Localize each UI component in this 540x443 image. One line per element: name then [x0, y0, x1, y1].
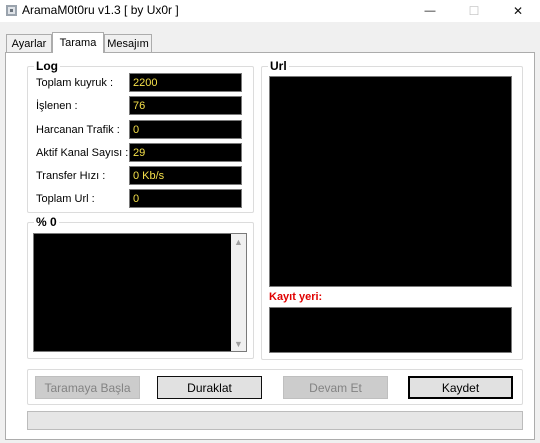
progress-log-group-title: % 0	[34, 215, 59, 229]
transfer-speed-value: 0 Kb/s	[129, 166, 242, 185]
log-group-title: Log	[34, 59, 60, 73]
app-icon	[6, 5, 17, 16]
traffic-used-label: Harcanan Trafik :	[36, 124, 120, 136]
scroll-down-icon[interactable]: ▼	[231, 339, 246, 349]
url-group-title: Url	[268, 59, 289, 73]
maximize-icon: ☐	[468, 4, 480, 18]
transfer-speed-label: Transfer Hızı :	[36, 170, 106, 182]
progress-bar	[27, 411, 523, 430]
tab-tarama[interactable]: Tarama	[52, 32, 104, 53]
progress-log-textarea[interactable]	[33, 233, 247, 352]
active-channels-label: Aktif Kanal Sayısı :	[36, 147, 129, 159]
total-url-value: 0	[129, 189, 242, 208]
scroll-up-icon[interactable]: ▲	[231, 237, 246, 247]
resume-button[interactable]: Devam Et	[283, 376, 388, 399]
minimize-icon: —	[424, 5, 436, 17]
window-title: AramaM0t0ru v1.3 [ by Ux0r ]	[22, 3, 179, 17]
active-channels-value: 29	[129, 143, 242, 162]
start-scan-button[interactable]: Taramaya Başla	[35, 376, 140, 399]
tab-mesajim[interactable]: Mesajım	[104, 34, 152, 52]
save-location-field[interactable]	[269, 307, 512, 353]
total-queue-label: Toplam kuyruk :	[36, 77, 114, 89]
total-url-label: Toplam Url :	[36, 193, 95, 205]
url-list[interactable]	[269, 76, 512, 287]
progress-log-scrollbar[interactable]	[231, 234, 246, 351]
save-button[interactable]: Kaydet	[408, 376, 513, 399]
total-queue-value: 2200	[129, 73, 242, 92]
processed-value: 76	[129, 96, 242, 115]
minimize-button[interactable]: —	[408, 0, 452, 22]
save-location-label: Kayıt yeri:	[269, 291, 323, 303]
title-bar: AramaM0t0ru v1.3 [ by Ux0r ] — ☐ ✕	[0, 0, 540, 22]
close-icon: ✕	[512, 4, 524, 18]
processed-label: İşlenen :	[36, 100, 78, 112]
pause-button[interactable]: Duraklat	[157, 376, 262, 399]
tab-ayarlar[interactable]: Ayarlar	[6, 34, 52, 52]
traffic-used-value: 0	[129, 120, 242, 139]
maximize-button[interactable]: ☐	[452, 0, 496, 22]
close-button[interactable]: ✕	[496, 0, 540, 22]
